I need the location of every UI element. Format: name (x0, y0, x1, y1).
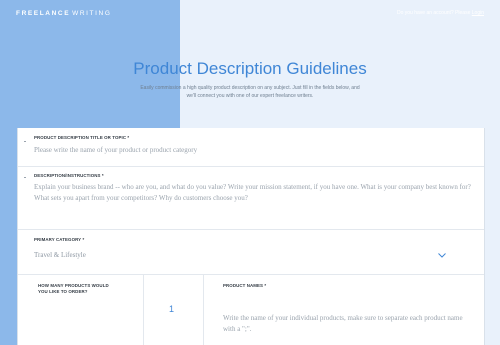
login-link[interactable]: Login (472, 10, 484, 16)
quantity-field-label: HOW MANY PRODUCTS WOULD YOU LIKE TO ORDE… (38, 283, 109, 294)
category-select[interactable]: Travel & Lifestyle (34, 250, 86, 261)
bullet-marker (24, 177, 26, 178)
title-field-input[interactable]: Please write the name of your product or… (34, 145, 464, 156)
logo-thin-text: WRITING (72, 10, 112, 17)
order-form: PRODUCT DESCRIPTION TITLE OR TOPIC * Ple… (17, 128, 485, 345)
title-field-label: PRODUCT DESCRIPTION TITLE OR TOPIC * (34, 135, 130, 140)
logo-bold-text: FREELANCE (16, 10, 71, 17)
description-field-row: DESCRIPTION/INSTRUCTIONS * Explain your … (18, 167, 484, 230)
names-field-label: PRODUCT NAMES * (223, 283, 267, 288)
chevron-down-icon[interactable] (438, 253, 446, 258)
category-field-label: PRIMARY CATEGORY * (34, 237, 85, 242)
site-logo[interactable]: FREELANCE WRITING (16, 10, 112, 17)
quantity-stepper[interactable]: 1 (169, 304, 174, 314)
page-title: Product Description Guidelines (133, 59, 367, 78)
column-divider (203, 275, 204, 345)
category-field-row: PRIMARY CATEGORY * Travel & Lifestyle (18, 230, 484, 275)
account-prompt-text: Do you have an account? Please (396, 10, 471, 16)
account-prompt: Do you have an account? Please Login (397, 10, 484, 16)
page-subtitle: Easily commission a high quality product… (140, 85, 360, 99)
product-details-row: HOW MANY PRODUCTS WOULD YOU LIKE TO ORDE… (18, 275, 484, 345)
description-field-label: DESCRIPTION/INSTRUCTIONS * (34, 173, 104, 178)
title-field-row: PRODUCT DESCRIPTION TITLE OR TOPIC * Ple… (18, 128, 484, 167)
column-divider (143, 275, 144, 345)
description-field-textarea[interactable]: Explain your business brand -- who are y… (34, 182, 474, 203)
bullet-marker (24, 141, 26, 142)
names-field-textarea[interactable]: Write the name of your individual produc… (223, 313, 468, 334)
top-header: FREELANCE WRITING Do you have an account?… (0, 0, 500, 30)
